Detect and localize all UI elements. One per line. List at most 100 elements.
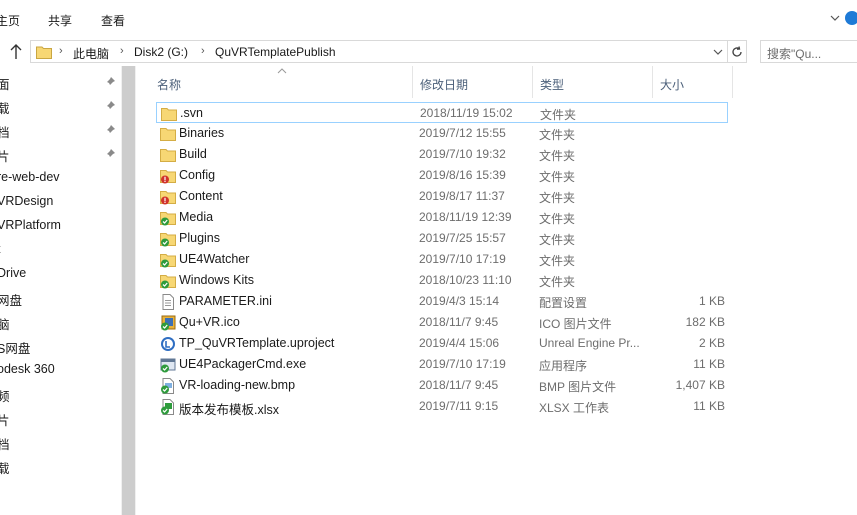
file-size: 11 KB [693,399,725,413]
file-name: Build [179,147,207,161]
nav-item-label: re-web-dev [0,170,60,184]
file-date: 2019/4/3 15:14 [419,294,500,308]
file-name: Binaries [179,126,225,140]
file-name: .svn [180,106,203,120]
up-arrow-icon[interactable] [8,43,24,61]
file-row[interactable]: Plugins 2019/7/25 15:57 文件夹 [156,228,728,249]
pin-icon[interactable] [104,76,116,88]
file-name: UE4Watcher [179,252,250,266]
file-date: 2018/10/23 11:10 [419,273,512,287]
help-icon[interactable] [845,11,857,25]
file-row[interactable]: 版本发布模板.xlsx 2019/7/11 9:15 XLSX 工作表 11 KB [156,396,728,417]
file-row[interactable]: Content 2019/8/17 11:37 文件夹 [156,186,728,207]
pin-icon[interactable] [104,124,116,136]
file-type: XLSX 工作表 [539,401,610,415]
file-name: Content [179,189,223,203]
column-name-label: 名称 [157,78,182,92]
file-type: 文件夹 [539,212,576,226]
file-row[interactable]: Build 2019/7/10 19:32 文件夹 [156,144,728,165]
file-type: 文件夹 [539,128,576,142]
address-bar[interactable]: › 此电脑 › Disk2 (G:) › QuVRTemplatePublish [30,40,728,63]
file-size: 11 KB [693,357,725,371]
nav-item-label: VRDesign [0,194,54,208]
column-name[interactable]: 名称 [150,66,413,98]
address-dropdown-chevron-icon[interactable] [713,47,723,57]
search-input[interactable]: 搜索"Qu... [760,40,857,63]
ico-file-ok-icon [161,315,176,331]
nav-item-label: 网盘 [0,294,23,308]
breadcrumb-current-folder[interactable]: QuVRTemplatePublish [215,45,336,59]
nav-item-label: VRPlatform [0,218,61,232]
file-name: PARAMETER.ini [179,294,272,308]
file-row[interactable]: Binaries 2019/7/12 15:55 文件夹 [156,123,728,144]
refresh-icon [732,46,742,57]
file-type: 文件夹 [539,170,576,184]
file-name: Plugins [179,231,220,245]
file-row[interactable]: VR-loading-new.bmp 2018/11/7 9:45 BMP 图片文件… [156,375,728,396]
nav-item-label: 档 [0,438,10,452]
folder-ok-icon [160,275,176,289]
file-row[interactable]: Windows Kits 2018/10/23 11:10 文件夹 [156,270,728,291]
nav-item-label: S网盘 [0,342,31,356]
file-row[interactable]: TP_QuVRTemplate.uproject 2019/4/4 15:06 Un… [156,333,728,354]
nav-item-label: 片 [0,414,10,428]
file-row[interactable]: Media 2018/11/19 12:39 文件夹 [156,207,728,228]
file-name: Qu+VR.ico [179,315,240,329]
file-type: 文件夹 [539,149,576,163]
ribbon: 主页 共享 查看 [0,0,857,38]
tab-home[interactable]: 主页 [0,12,20,29]
file-row[interactable]: Config 2019/8/16 15:39 文件夹 [156,165,728,186]
column-date[interactable]: 修改日期 [413,66,533,98]
file-date: 2019/7/12 15:55 [419,126,506,140]
file-size: 182 KB [685,315,725,329]
column-type[interactable]: 类型 [533,66,653,98]
file-type: 文件夹 [539,275,576,289]
folder-ok-icon [160,254,176,268]
file-row[interactable]: UE4Watcher 2019/7/10 17:19 文件夹 [156,249,728,270]
folder-ok-icon [160,233,176,247]
file-row[interactable]: UE4PackagerCmd.exe 2019/7/10 17:19 应用程序 11 … [156,354,728,375]
folder-ok-icon [160,212,176,226]
file-name: Windows Kits [179,273,255,287]
file-date: 2018/11/19 15:02 [420,106,513,120]
tab-view[interactable]: 查看 [101,12,125,29]
xlsx-file-ok-icon [161,399,174,415]
file-date: 2019/7/11 9:15 [419,399,499,413]
file-type: 配置设置 [539,296,588,310]
folder-icon [36,46,52,59]
bmp-file-ok-icon [161,378,174,394]
breadcrumb-separator: › [59,45,63,57]
nav-scrollbar[interactable] [121,66,136,515]
uproject-file-icon [161,337,175,351]
file-type: ICO 图片文件 [539,317,612,331]
refresh-button[interactable] [728,40,747,63]
pin-icon[interactable] [104,100,116,112]
file-type: 文件夹 [539,191,576,205]
file-name: 版本发布模板.xlsx [179,403,280,417]
file-name: Config [179,168,216,182]
breadcrumb-disk2[interactable]: Disk2 (G:) [134,45,188,59]
column-size[interactable]: 大小 [653,66,733,98]
nav-item-label: 频 [0,390,10,404]
nav-scrollbar-thumb[interactable] [122,66,135,515]
file-date: 2019/7/10 19:32 [419,147,506,161]
nav-item-label: 片 [0,150,10,164]
folder-icon [160,149,176,162]
file-date: 2019/7/10 17:19 [419,357,506,371]
file-date: 2019/4/4 15:06 [419,336,500,350]
file-size: 1 KB [698,294,725,308]
file-name: VR-loading-new.bmp [179,378,296,392]
address-row: › 此电脑 › Disk2 (G:) › QuVRTemplatePublish… [0,38,857,66]
nav-item-label: 载 [0,102,10,116]
ribbon-expand-chevron-icon[interactable] [829,12,841,24]
file-row[interactable]: Qu+VR.ico 2018/11/7 9:45 ICO 图片文件 182 KB [156,312,728,333]
folder-conflict-icon [160,191,176,205]
tab-share[interactable]: 共享 [48,12,72,29]
file-type: 文件夹 [539,254,576,268]
breadcrumb-this-pc[interactable]: 此电脑 [73,45,109,62]
breadcrumb-separator: › [120,45,124,57]
file-row[interactable]: PARAMETER.ini 2019/4/3 15:14 配置设置 1 KB [156,291,728,312]
pin-icon[interactable] [104,148,116,160]
file-row[interactable]: .svn 2018/11/19 15:02 文件夹 [156,102,728,123]
file-name: Media [179,210,214,224]
